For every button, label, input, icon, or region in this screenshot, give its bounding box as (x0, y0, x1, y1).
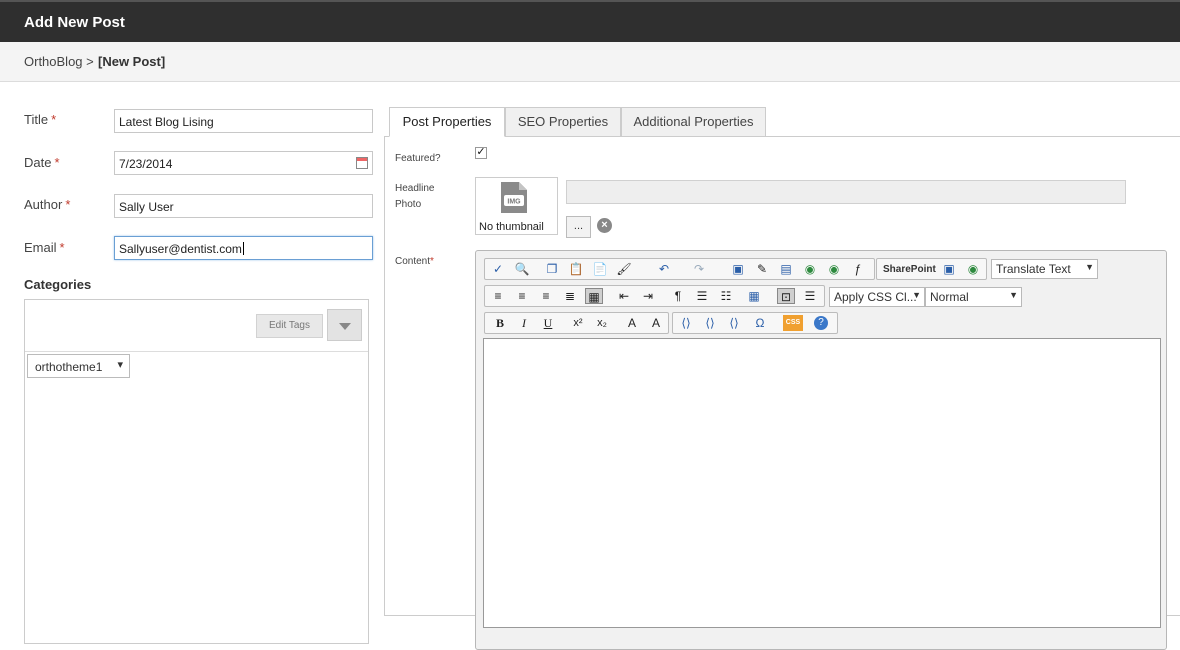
svg-text:IMG: IMG (507, 199, 521, 206)
sharepoint-label[interactable]: SharePoint (883, 264, 936, 275)
categories-header: Edit Tags (25, 300, 368, 352)
headline-photo-label: Headline Photo (395, 183, 435, 210)
title-input[interactable]: Latest Blog Lising (114, 109, 373, 133)
email-label: Email * (24, 240, 65, 255)
help-icon[interactable]: ? (814, 316, 828, 330)
page-title: Add New Post (24, 14, 125, 31)
sharepoint-link-icon[interactable]: ◉ (964, 261, 982, 277)
template-manager-icon[interactable]: ▤ (777, 261, 795, 277)
page-header: Add New Post (0, 0, 1180, 42)
insert-snippet-icon[interactable]: ⟨⟩ (677, 315, 695, 331)
featured-label: Featured? (395, 153, 441, 164)
image-manager-icon[interactable]: ▣ (729, 261, 747, 277)
align-right-icon[interactable]: ≡ (537, 288, 555, 304)
remove-alignment-icon[interactable]: ▦ (585, 288, 603, 304)
italic-button[interactable]: I (515, 315, 533, 331)
calendar-icon[interactable] (356, 157, 368, 169)
redo-icon[interactable]: ↷ (690, 261, 708, 277)
sharepoint-image-icon[interactable]: ▣ (940, 261, 958, 277)
browse-photo-button[interactable]: ... (566, 216, 591, 238)
breadcrumb-root-link[interactable]: OrthoBlog > (24, 54, 94, 69)
paragraph-icon[interactable]: ¶ (669, 288, 687, 304)
author-label: Author * (24, 197, 71, 212)
toolbar-group-font: B I U x² x₂ A A (484, 312, 669, 334)
bullet-list-icon[interactable]: ☷ (717, 288, 735, 304)
undo-icon[interactable]: ↶ (655, 261, 673, 277)
remove-photo-icon[interactable]: × (597, 218, 612, 233)
tab-post-properties[interactable]: Post Properties (389, 107, 505, 137)
text-caret (242, 242, 244, 255)
numbered-list-icon[interactable]: ☰ (693, 288, 711, 304)
translate-text-select[interactable]: Translate Text ▼ (991, 259, 1098, 279)
tab-seo-properties[interactable]: SEO Properties (505, 107, 621, 137)
thumbnail-preview: IMG No thumbnail (475, 177, 558, 235)
align-center-icon[interactable]: ≡ (513, 288, 531, 304)
toolbar-group-insert: ⟨⟩ ⟨⟩ ⟨⟩ Ω CSS ? (672, 312, 838, 334)
find-icon[interactable]: 🔍 (513, 261, 531, 277)
chevron-down-icon: ▼ (912, 290, 921, 300)
insert-form-icon[interactable]: ⟨⟩ (701, 315, 719, 331)
css-class-select[interactable]: Apply CSS Cl... ▼ (829, 287, 925, 307)
featured-checkbox[interactable]: ✓ (475, 147, 487, 159)
breadcrumb-current: [New Post] (98, 54, 166, 69)
css-icon[interactable]: CSS (783, 315, 803, 331)
outdent-icon[interactable]: ⇤ (615, 288, 633, 304)
tags-dropdown-button[interactable] (327, 309, 362, 341)
categories-title: Categories (24, 277, 92, 292)
document-manager-icon[interactable]: ✎ (753, 261, 771, 277)
date-label: Date * (24, 155, 60, 170)
indent-icon[interactable]: ⇥ (639, 288, 657, 304)
toolbar-group-sharepoint: SharePoint ▣ ◉ (876, 258, 987, 280)
underline-button[interactable]: U (539, 315, 557, 331)
show-borders-icon[interactable]: ⊡ (777, 288, 795, 304)
align-left-icon[interactable]: ≡ (489, 288, 507, 304)
toolbar-group-edit: ✓ 🔍 ❐ 📋 📄 🖌 ↶ ↷ ▣ ✎ ▤ ◉ ◉ ƒ (484, 258, 875, 280)
paste-text-icon[interactable]: 📄 (591, 261, 609, 277)
content-label: Content* (395, 256, 434, 267)
content-editor-area[interactable] (483, 338, 1161, 628)
link-manager-icon[interactable]: ◉ (825, 261, 843, 277)
email-input[interactable]: Sallyuser@dentist.com (114, 236, 373, 260)
toolbar-group-paragraph: ≡ ≡ ≡ ≣ ▦ ⇤ ⇥ ¶ ☰ ☷ ▦ ⊡ ☰ (484, 285, 825, 307)
horizontal-rule-icon[interactable]: ☰ (801, 288, 819, 304)
flash-icon[interactable]: ƒ (849, 261, 867, 277)
author-input[interactable]: Sally User (114, 194, 373, 218)
bold-button[interactable]: B (491, 315, 509, 331)
paragraph-format-select[interactable]: Normal ▼ (925, 287, 1022, 307)
table-icon[interactable]: ▦ (745, 288, 763, 304)
spellcheck-icon[interactable]: ✓ (489, 261, 507, 277)
strip-format-icon[interactable]: A (623, 315, 641, 331)
superscript-button[interactable]: x² (569, 315, 587, 331)
headline-photo-url-field[interactable] (566, 180, 1126, 204)
subscript-button[interactable]: x₂ (593, 315, 611, 331)
title-label: Title * (24, 112, 57, 127)
categories-panel: Edit Tags orthotheme1 ▾ (24, 299, 369, 644)
hyperlink-icon[interactable]: ◉ (801, 261, 819, 277)
paste-icon[interactable]: 📋 (567, 261, 585, 277)
convert-case-icon[interactable]: A (647, 315, 665, 331)
image-file-icon: IMG (501, 182, 527, 213)
date-input[interactable]: 7/23/2014 (114, 151, 373, 175)
edit-tags-button[interactable]: Edit Tags (256, 314, 323, 338)
justify-icon[interactable]: ≣ (561, 288, 579, 304)
no-thumbnail-text: No thumbnail (479, 221, 544, 233)
chevron-down-icon: ▼ (1009, 290, 1018, 300)
chevron-down-icon: ▾ (117, 359, 123, 371)
copy-icon[interactable]: ❐ (543, 261, 561, 277)
theme-select[interactable]: orthotheme1 ▾ (27, 354, 130, 378)
symbols-button[interactable]: Ω (751, 315, 769, 331)
insert-element-icon[interactable]: ⟨⟩ (725, 315, 743, 331)
chevron-down-icon: ▼ (1085, 262, 1094, 272)
breadcrumb: OrthoBlog > [New Post] (0, 42, 1180, 82)
format-brush-icon[interactable]: 🖌 (615, 261, 633, 277)
tab-additional-properties[interactable]: Additional Properties (621, 107, 766, 137)
